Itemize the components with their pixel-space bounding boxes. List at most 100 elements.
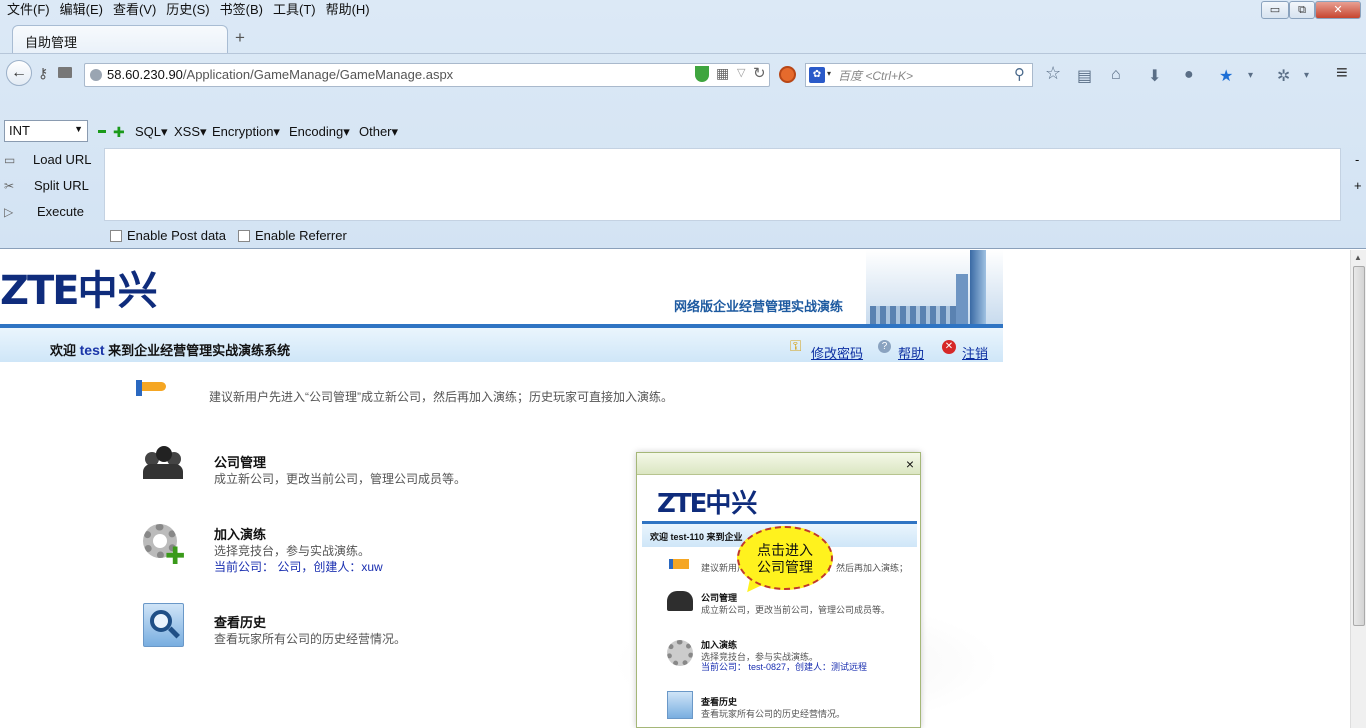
globe-icon bbox=[90, 69, 102, 81]
minus-icon[interactable] bbox=[98, 130, 106, 133]
welcome-bar: 欢迎 test 来到企业经营管理实战演练系统 ⚿ 修改密码 ? 帮助 ✕ 注销 bbox=[0, 324, 1003, 362]
other-menu[interactable]: Other▾ bbox=[359, 124, 398, 140]
gear-add-icon[interactable]: ✚ bbox=[141, 522, 187, 569]
execute-label: Execute bbox=[37, 204, 84, 219]
popup-users-icon bbox=[667, 591, 693, 611]
menu-edit[interactable]: 编辑(E) bbox=[55, 0, 108, 20]
enable-post-checkbox[interactable]: Enable Post data bbox=[110, 228, 226, 243]
minimize-button[interactable]: ▭ bbox=[1261, 1, 1289, 19]
join-exercise-title[interactable]: 加入演练 bbox=[214, 524, 266, 543]
menu-bookmarks[interactable]: 书签(B) bbox=[215, 0, 268, 20]
popup-tip-end: ，然后再加入演练； bbox=[827, 563, 909, 573]
shrink-button[interactable]: - bbox=[1355, 152, 1359, 167]
scrollbar-thumb[interactable] bbox=[1353, 266, 1365, 626]
welcome-text: 欢迎 test 来到企业经营管理实战演练系统 bbox=[50, 342, 291, 358]
reload-icon[interactable]: ↻ bbox=[753, 64, 766, 82]
menu-hamburger-icon[interactable]: ≡ bbox=[1336, 62, 1348, 85]
search-icon[interactable]: ⚲ bbox=[1014, 65, 1025, 83]
addon-dropdown-icon[interactable]: ▾ bbox=[1304, 70, 1309, 81]
popup-titlebar: × bbox=[637, 453, 920, 475]
callout-text: 点击进入公司管理 bbox=[757, 542, 813, 575]
new-tab-button[interactable]: + bbox=[235, 28, 245, 48]
favorites-dropdown-icon[interactable]: ▾ bbox=[1248, 70, 1253, 81]
browser-chrome: 文件(F) 编辑(E) 查看(V) 历史(S) 书签(B) 工具(T) 帮助(H… bbox=[0, 0, 1366, 248]
scissors-icon: ✂ bbox=[4, 179, 15, 193]
page-scrollbar[interactable]: ▲ bbox=[1350, 250, 1366, 728]
sql-menu[interactable]: SQL▾ bbox=[135, 124, 168, 140]
url-textarea[interactable] bbox=[104, 148, 1341, 221]
company-management-title[interactable]: 公司管理 bbox=[214, 452, 266, 471]
load-url-button[interactable]: ▭ Load URL bbox=[4, 152, 92, 167]
restore-button[interactable]: ⧉ bbox=[1289, 1, 1315, 19]
plus-icon[interactable]: ✚ bbox=[113, 124, 125, 141]
popup-company-management-desc: 成立新公司，更改当前公司，管理公司成员等。 bbox=[701, 605, 891, 615]
menu-history[interactable]: 历史(S) bbox=[161, 0, 214, 20]
paw-icon[interactable]: ✿ bbox=[809, 67, 825, 83]
type-select[interactable]: INT bbox=[4, 120, 88, 142]
scroll-up-icon[interactable]: ▲ bbox=[1354, 253, 1362, 262]
city-skyline-image bbox=[866, 250, 1003, 324]
help-icon: ? bbox=[878, 340, 891, 353]
logout-icon: ✕ bbox=[942, 340, 956, 354]
url-host: 58.60.230.90 bbox=[107, 67, 183, 82]
popup-pointing-hand-icon bbox=[669, 559, 689, 569]
enable-post-label: Enable Post data bbox=[127, 228, 227, 243]
shield-icon[interactable] bbox=[695, 66, 709, 82]
url-path: /Application/GameManage/GameManage.aspx bbox=[182, 67, 454, 82]
popup-close-button[interactable]: × bbox=[906, 456, 914, 472]
close-window-button[interactable]: ✕ bbox=[1315, 1, 1361, 19]
search-input[interactable]: ✿ ▾ 百度 <Ctrl+K> ⚲ bbox=[805, 63, 1033, 87]
referrer-checkbox-box[interactable] bbox=[238, 230, 250, 242]
download-icon[interactable]: ⬇ bbox=[1148, 66, 1161, 86]
menu-file[interactable]: 文件(F) bbox=[2, 0, 55, 20]
view-history-title[interactable]: 查看历史 bbox=[214, 612, 266, 631]
home-icon[interactable]: ⌂ bbox=[1111, 66, 1121, 84]
zte-logo: ZTE中兴 bbox=[0, 268, 158, 314]
enable-referrer-checkbox[interactable]: Enable Referrer bbox=[238, 228, 347, 243]
menu-tools[interactable]: 工具(T) bbox=[268, 0, 321, 20]
users-icon[interactable] bbox=[141, 446, 185, 480]
favorites-icon[interactable]: ★ bbox=[1219, 66, 1233, 86]
browser-tab[interactable]: 自助管理 bbox=[12, 25, 228, 53]
navigation-bar: ← ⚷ 58.60.230.90/Application/GameManage/… bbox=[0, 53, 1366, 91]
split-url-label: Split URL bbox=[34, 178, 89, 193]
tab-title: 自助管理 bbox=[25, 35, 78, 50]
expand-button[interactable]: + bbox=[1354, 178, 1362, 193]
load-url-label: Load URL bbox=[33, 152, 92, 167]
menu-view[interactable]: 查看(V) bbox=[108, 0, 161, 20]
search-engine-dropdown-icon[interactable]: ▾ bbox=[827, 69, 831, 78]
encryption-menu[interactable]: Encryption▾ bbox=[212, 124, 280, 140]
help-link[interactable]: 帮助 bbox=[898, 343, 924, 362]
change-password-link[interactable]: 修改密码 bbox=[811, 343, 863, 362]
back-button[interactable]: ← bbox=[6, 60, 32, 86]
block-icon[interactable] bbox=[779, 66, 796, 83]
current-company: 当前公司： 公司，创建人：xuw bbox=[214, 558, 383, 575]
key-icon: ⚿ bbox=[790, 338, 802, 355]
key-icon[interactable]: ⚷ bbox=[38, 65, 48, 82]
logout-link[interactable]: 注销 bbox=[962, 343, 988, 362]
xss-menu[interactable]: XSS▾ bbox=[174, 124, 207, 140]
menu-help[interactable]: 帮助(H) bbox=[321, 0, 375, 20]
play-icon: ▷ bbox=[4, 205, 14, 219]
view-history-desc: 查看玩家所有公司的历史经营情况。 bbox=[214, 632, 407, 646]
current-company-label: 当前公司： bbox=[214, 560, 275, 574]
bug-icon[interactable]: ✲ bbox=[1277, 66, 1290, 86]
url-bar[interactable]: 58.60.230.90/Application/GameManage/Game… bbox=[84, 63, 770, 87]
reader-icon[interactable] bbox=[58, 67, 72, 78]
bookmarks-list-icon[interactable]: ▤ bbox=[1077, 66, 1092, 86]
dropdown-icon[interactable]: ▽ bbox=[737, 66, 745, 79]
load-url-icon: ▭ bbox=[4, 153, 16, 167]
banner-title: 网络版企业经营管理实战演练 bbox=[674, 299, 844, 314]
qr-code-icon[interactable]: ▦ bbox=[716, 65, 729, 82]
welcome-username: test bbox=[79, 342, 105, 358]
split-url-button[interactable]: ✂ Split URL bbox=[4, 178, 89, 193]
bookmark-star-icon[interactable]: ☆ bbox=[1045, 63, 1061, 84]
popup-zte-logo: ZTE中兴 bbox=[657, 489, 758, 519]
encoding-menu[interactable]: Encoding▾ bbox=[289, 124, 350, 140]
popup-view-history-desc: 查看玩家所有公司的历史经营情况。 bbox=[701, 709, 846, 719]
join-exercise-desc: 选择竞技台，参与实战演练。 bbox=[214, 544, 371, 558]
user-icon[interactable]: ● bbox=[1184, 66, 1194, 84]
post-checkbox-box[interactable] bbox=[110, 230, 122, 242]
magnifier-icon[interactable] bbox=[143, 603, 184, 647]
execute-button[interactable]: ▷ Execute bbox=[4, 204, 84, 219]
